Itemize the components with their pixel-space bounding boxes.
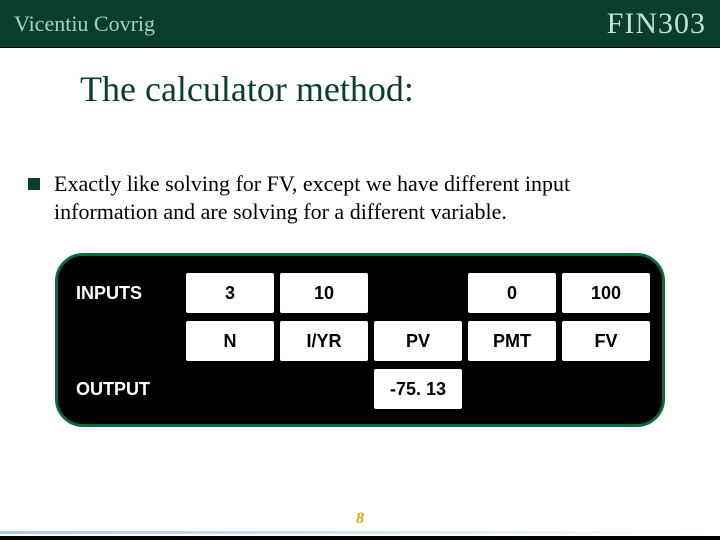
input-n-value: 3 bbox=[186, 273, 274, 313]
inputs-label: INPUTS bbox=[70, 283, 180, 304]
square-bullet-icon bbox=[28, 178, 40, 190]
input-fv-value: 100 bbox=[562, 273, 650, 313]
page-number: 8 bbox=[0, 510, 720, 528]
output-fv-blank bbox=[562, 369, 650, 409]
author-name: Vicentiu Covrig bbox=[14, 11, 155, 37]
slide-header: Vicentiu Covrig FIN303 bbox=[0, 0, 720, 48]
col-pv: PV bbox=[374, 321, 462, 361]
slide-title: The calculator method: bbox=[80, 68, 696, 110]
output-pmt-blank bbox=[468, 369, 556, 409]
calculator-panel: INPUTS 3 10 0 100 N I/YR PV PMT FV OUTPU… bbox=[55, 253, 665, 427]
slide-body: The calculator method: Exactly like solv… bbox=[0, 48, 720, 536]
output-pv-value: -75. 13 bbox=[374, 369, 462, 409]
output-label: OUTPUT bbox=[70, 379, 180, 400]
input-pmt-value: 0 bbox=[468, 273, 556, 313]
col-fv: FV bbox=[562, 321, 650, 361]
output-iyr-blank bbox=[280, 369, 368, 409]
footer-divider bbox=[0, 531, 720, 534]
col-iyr: I/YR bbox=[280, 321, 368, 361]
input-pv-blank bbox=[374, 273, 462, 313]
course-code: FIN303 bbox=[607, 7, 706, 41]
input-iyr-value: 10 bbox=[280, 273, 368, 313]
col-n: N bbox=[186, 321, 274, 361]
calculator-grid: INPUTS 3 10 0 100 N I/YR PV PMT FV OUTPU… bbox=[74, 272, 646, 410]
bullet-text: Exactly like solving for FV, except we h… bbox=[54, 170, 674, 225]
output-n-blank bbox=[186, 369, 274, 409]
col-pmt: PMT bbox=[468, 321, 556, 361]
bullet-item: Exactly like solving for FV, except we h… bbox=[24, 170, 696, 225]
